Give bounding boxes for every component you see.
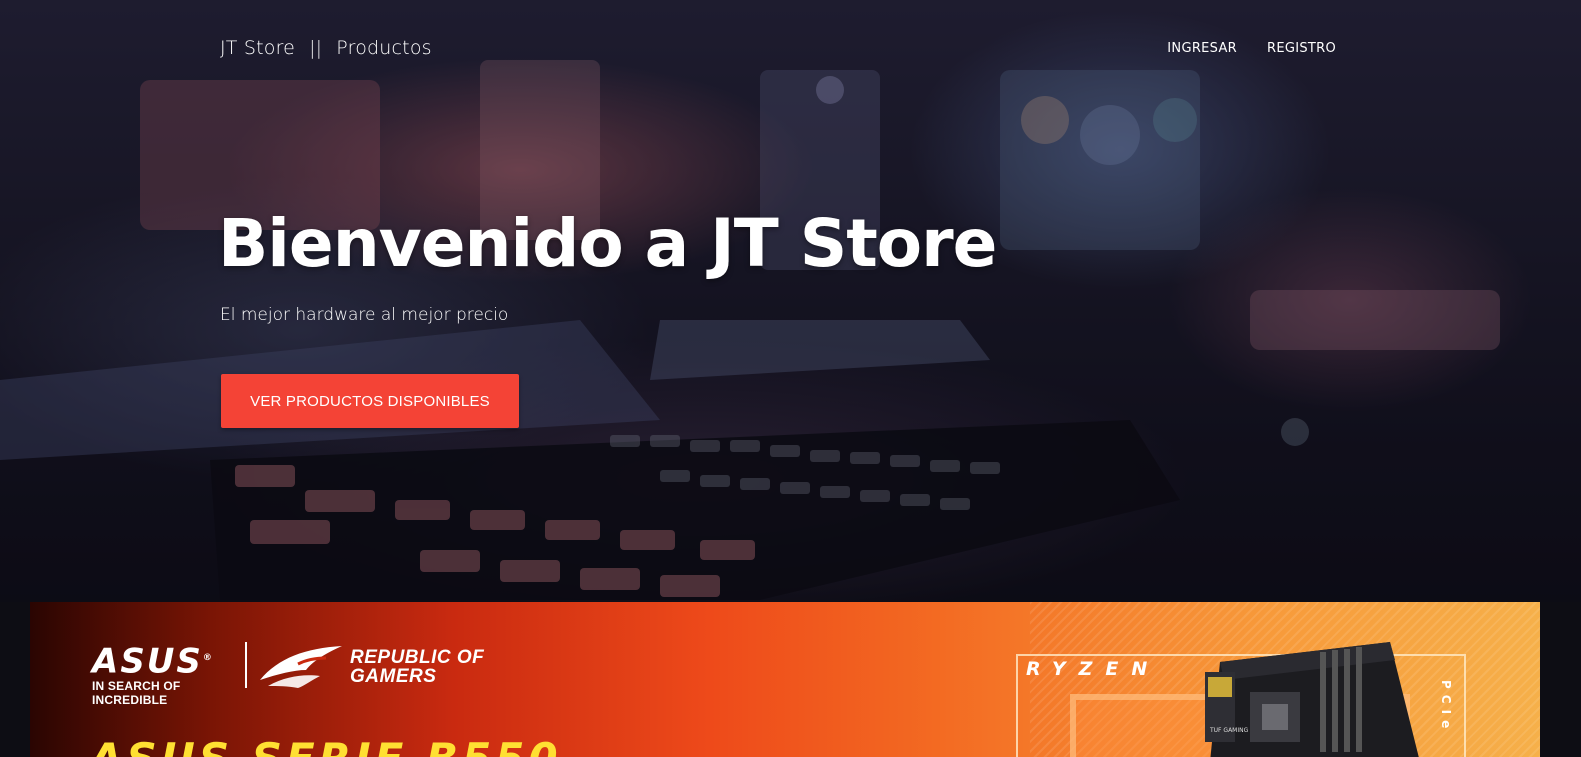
brand-name[interactable]: JT Store bbox=[220, 37, 295, 59]
asus-logo: ASUS® IN SEARCH OF INCREDIBLE bbox=[92, 641, 214, 708]
brand-separator: || bbox=[309, 37, 323, 59]
products-link[interactable]: Productos bbox=[336, 37, 431, 59]
top-nav: INGRESAR REGISTRO bbox=[1167, 41, 1336, 56]
pcie-label: PCIe bbox=[1439, 680, 1453, 735]
hero-section: JT Store || Productos INGRESAR REGISTRO … bbox=[0, 0, 1581, 602]
hero-overlay bbox=[0, 0, 1581, 602]
view-products-button[interactable]: VER PRODUCTOS DISPONIBLES bbox=[221, 374, 519, 428]
hero-title: Bienvenido a JT Store bbox=[218, 205, 997, 282]
login-link[interactable]: INGRESAR bbox=[1167, 41, 1237, 56]
motherboard-image: TUF GAMING bbox=[1205, 642, 1419, 757]
promo-banner[interactable]: ASUS® IN SEARCH OF INCREDIBLE REPUBLIC O… bbox=[30, 602, 1540, 757]
brand-bar: JT Store || Productos bbox=[220, 37, 432, 59]
banner-headline: ASUS SERIE B550 bbox=[90, 734, 562, 757]
rog-wordmark: REPUBLIC OF GAMERS bbox=[350, 647, 485, 687]
svg-text:TUF GAMING: TUF GAMING bbox=[1209, 727, 1249, 734]
rog-eye-icon bbox=[260, 646, 342, 688]
ryzen-label: RYZEN bbox=[1026, 658, 1161, 680]
register-link[interactable]: REGISTRO bbox=[1267, 41, 1336, 56]
logo-divider bbox=[245, 642, 247, 688]
hero-subtitle: El mejor hardware al mejor precio bbox=[220, 305, 509, 325]
